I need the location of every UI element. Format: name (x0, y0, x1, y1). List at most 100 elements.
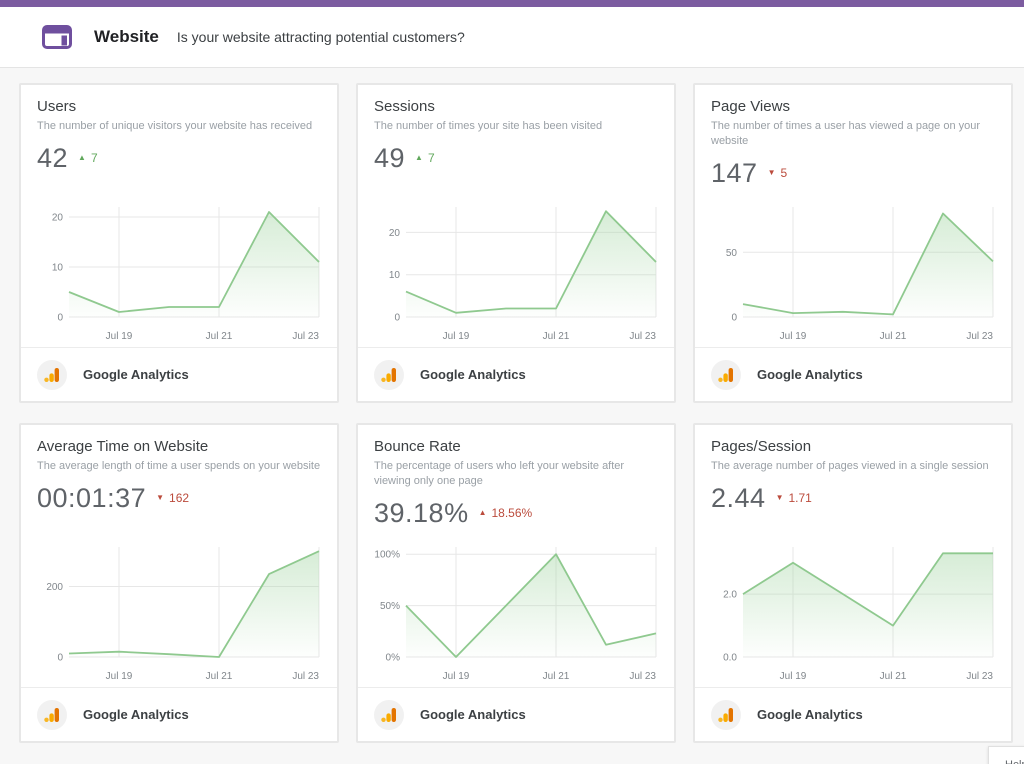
metric-delta: ▼ 5 (768, 166, 788, 180)
source-label: Google Analytics (420, 707, 526, 722)
metric-value: 49 (374, 143, 405, 174)
trend-arrow-icon: ▼ (776, 494, 784, 502)
google-analytics-icon (381, 707, 397, 723)
metric-card-body: Sessions The number of times your site h… (358, 85, 674, 347)
accent-topbar (0, 0, 1024, 7)
metric-delta-value: 5 (780, 166, 787, 180)
metric-delta-value: 1.71 (788, 491, 811, 505)
metric-delta: ▲ 7 (415, 151, 435, 165)
trend-arrow-icon: ▼ (768, 169, 776, 177)
metric-description: The number of times a user has viewed a … (711, 119, 995, 149)
metric-value-row: 147 ▼ 5 (711, 158, 995, 189)
source-badge (37, 360, 67, 390)
svg-text:100%: 100% (374, 550, 400, 561)
metric-card[interactable]: Users The number of unique visitors your… (19, 83, 339, 403)
trend-chart: 0.0 2.0 Jul 19 Jul 21 Jul 23 (711, 539, 995, 687)
data-source-row: Google Analytics (695, 347, 1011, 401)
metric-value-row: 39.18% ▲ 18.56% (374, 498, 658, 529)
browser-window-icon (42, 25, 72, 49)
svg-text:Jul 21: Jul 21 (880, 671, 907, 682)
source-badge (711, 360, 741, 390)
metric-title: Sessions (374, 98, 658, 115)
help-button[interactable]: Help (988, 746, 1024, 764)
svg-text:Jul 23: Jul 23 (629, 331, 656, 342)
source-label: Google Analytics (420, 367, 526, 382)
svg-text:Jul 23: Jul 23 (966, 671, 993, 682)
source-badge (711, 700, 741, 730)
svg-text:50%: 50% (380, 601, 400, 612)
source-label: Google Analytics (757, 707, 863, 722)
metric-card-body: Pages/Session The average number of page… (695, 425, 1011, 687)
svg-text:Jul 19: Jul 19 (443, 331, 470, 342)
metric-delta-value: 7 (91, 151, 98, 165)
svg-text:10: 10 (389, 270, 401, 281)
svg-text:Jul 19: Jul 19 (780, 671, 807, 682)
data-source-row: Google Analytics (21, 687, 337, 741)
svg-text:0.0: 0.0 (723, 653, 737, 664)
data-source-row: Google Analytics (695, 687, 1011, 741)
metric-description: The number of times your site has been v… (374, 119, 658, 134)
help-label: Help (1005, 759, 1024, 764)
metric-description: The number of unique visitors your websi… (37, 119, 321, 134)
metric-title: Bounce Rate (374, 438, 658, 455)
metric-value-row: 49 ▲ 7 (374, 143, 658, 174)
metric-title: Users (37, 98, 321, 115)
trend-chart: 050Jul 19Jul 21Jul 23 (711, 199, 995, 347)
google-analytics-icon (381, 367, 397, 383)
metric-delta: ▲ 18.56% (479, 506, 533, 520)
metric-card-body: Users The number of unique visitors your… (21, 85, 337, 347)
trend-arrow-icon: ▼ (156, 494, 164, 502)
metric-card[interactable]: Bounce Rate The percentage of users who … (356, 423, 676, 743)
svg-text:Jul 23: Jul 23 (292, 671, 319, 682)
metric-card[interactable]: Pages/Session The average number of page… (693, 423, 1013, 743)
google-analytics-icon (718, 367, 734, 383)
metric-value: 2.44 (711, 483, 766, 514)
trend-chart: 0200Jul 19Jul 21Jul 23 (37, 539, 321, 687)
metric-card[interactable]: Sessions The number of times your site h… (356, 83, 676, 403)
metric-description: The percentage of users who left your we… (374, 459, 658, 489)
metric-description: The average number of pages viewed in a … (711, 459, 995, 474)
metric-title: Page Views (711, 98, 995, 115)
metric-card-body: Bounce Rate The percentage of users who … (358, 425, 674, 687)
svg-text:0: 0 (57, 313, 63, 324)
trend-arrow-icon: ▲ (479, 509, 487, 517)
metric-value-row: 42 ▲ 7 (37, 143, 321, 174)
svg-text:10: 10 (52, 263, 64, 274)
svg-text:Jul 21: Jul 21 (543, 331, 570, 342)
svg-text:Jul 21: Jul 21 (543, 671, 570, 682)
metric-delta: ▼ 1.71 (776, 491, 812, 505)
svg-text:Jul 19: Jul 19 (780, 331, 807, 342)
svg-text:Jul 19: Jul 19 (443, 671, 470, 682)
svg-text:Jul 21: Jul 21 (206, 671, 233, 682)
metric-delta-value: 18.56% (492, 506, 533, 520)
svg-text:Jul 21: Jul 21 (880, 331, 907, 342)
source-label: Google Analytics (757, 367, 863, 382)
metric-value: 42 (37, 143, 68, 174)
svg-text:0: 0 (57, 653, 63, 664)
svg-text:50: 50 (726, 248, 738, 259)
metrics-grid: Users The number of unique visitors your… (0, 68, 1024, 743)
trend-chart: 0%50%100%Jul 19Jul 21Jul 23 (374, 539, 658, 687)
svg-text:0%: 0% (386, 653, 401, 664)
source-label: Google Analytics (83, 707, 189, 722)
page-subtitle: Is your website attracting potential cus… (177, 29, 465, 45)
metric-card-body: Page Views The number of times a user ha… (695, 85, 1011, 347)
metric-value-row: 00:01:37 ▼ 162 (37, 483, 321, 514)
source-badge (374, 360, 404, 390)
google-analytics-icon (44, 367, 60, 383)
metric-card[interactable]: Average Time on Website The average leng… (19, 423, 339, 743)
svg-text:Jul 19: Jul 19 (106, 331, 133, 342)
metric-value: 147 (711, 158, 758, 189)
source-badge (374, 700, 404, 730)
source-label: Google Analytics (83, 367, 189, 382)
svg-text:Jul 21: Jul 21 (206, 331, 233, 342)
svg-text:2.0: 2.0 (723, 590, 737, 601)
metric-value-row: 2.44 ▼ 1.71 (711, 483, 995, 514)
svg-text:0: 0 (394, 313, 400, 324)
trend-chart: 0 10 20 Jul 19 Jul 21 Jul 23 (37, 199, 321, 347)
google-analytics-icon (718, 707, 734, 723)
trend-arrow-icon: ▲ (78, 154, 86, 162)
metric-card[interactable]: Page Views The number of times a user ha… (693, 83, 1013, 403)
svg-text:Jul 23: Jul 23 (292, 331, 319, 342)
svg-text:20: 20 (52, 213, 64, 224)
